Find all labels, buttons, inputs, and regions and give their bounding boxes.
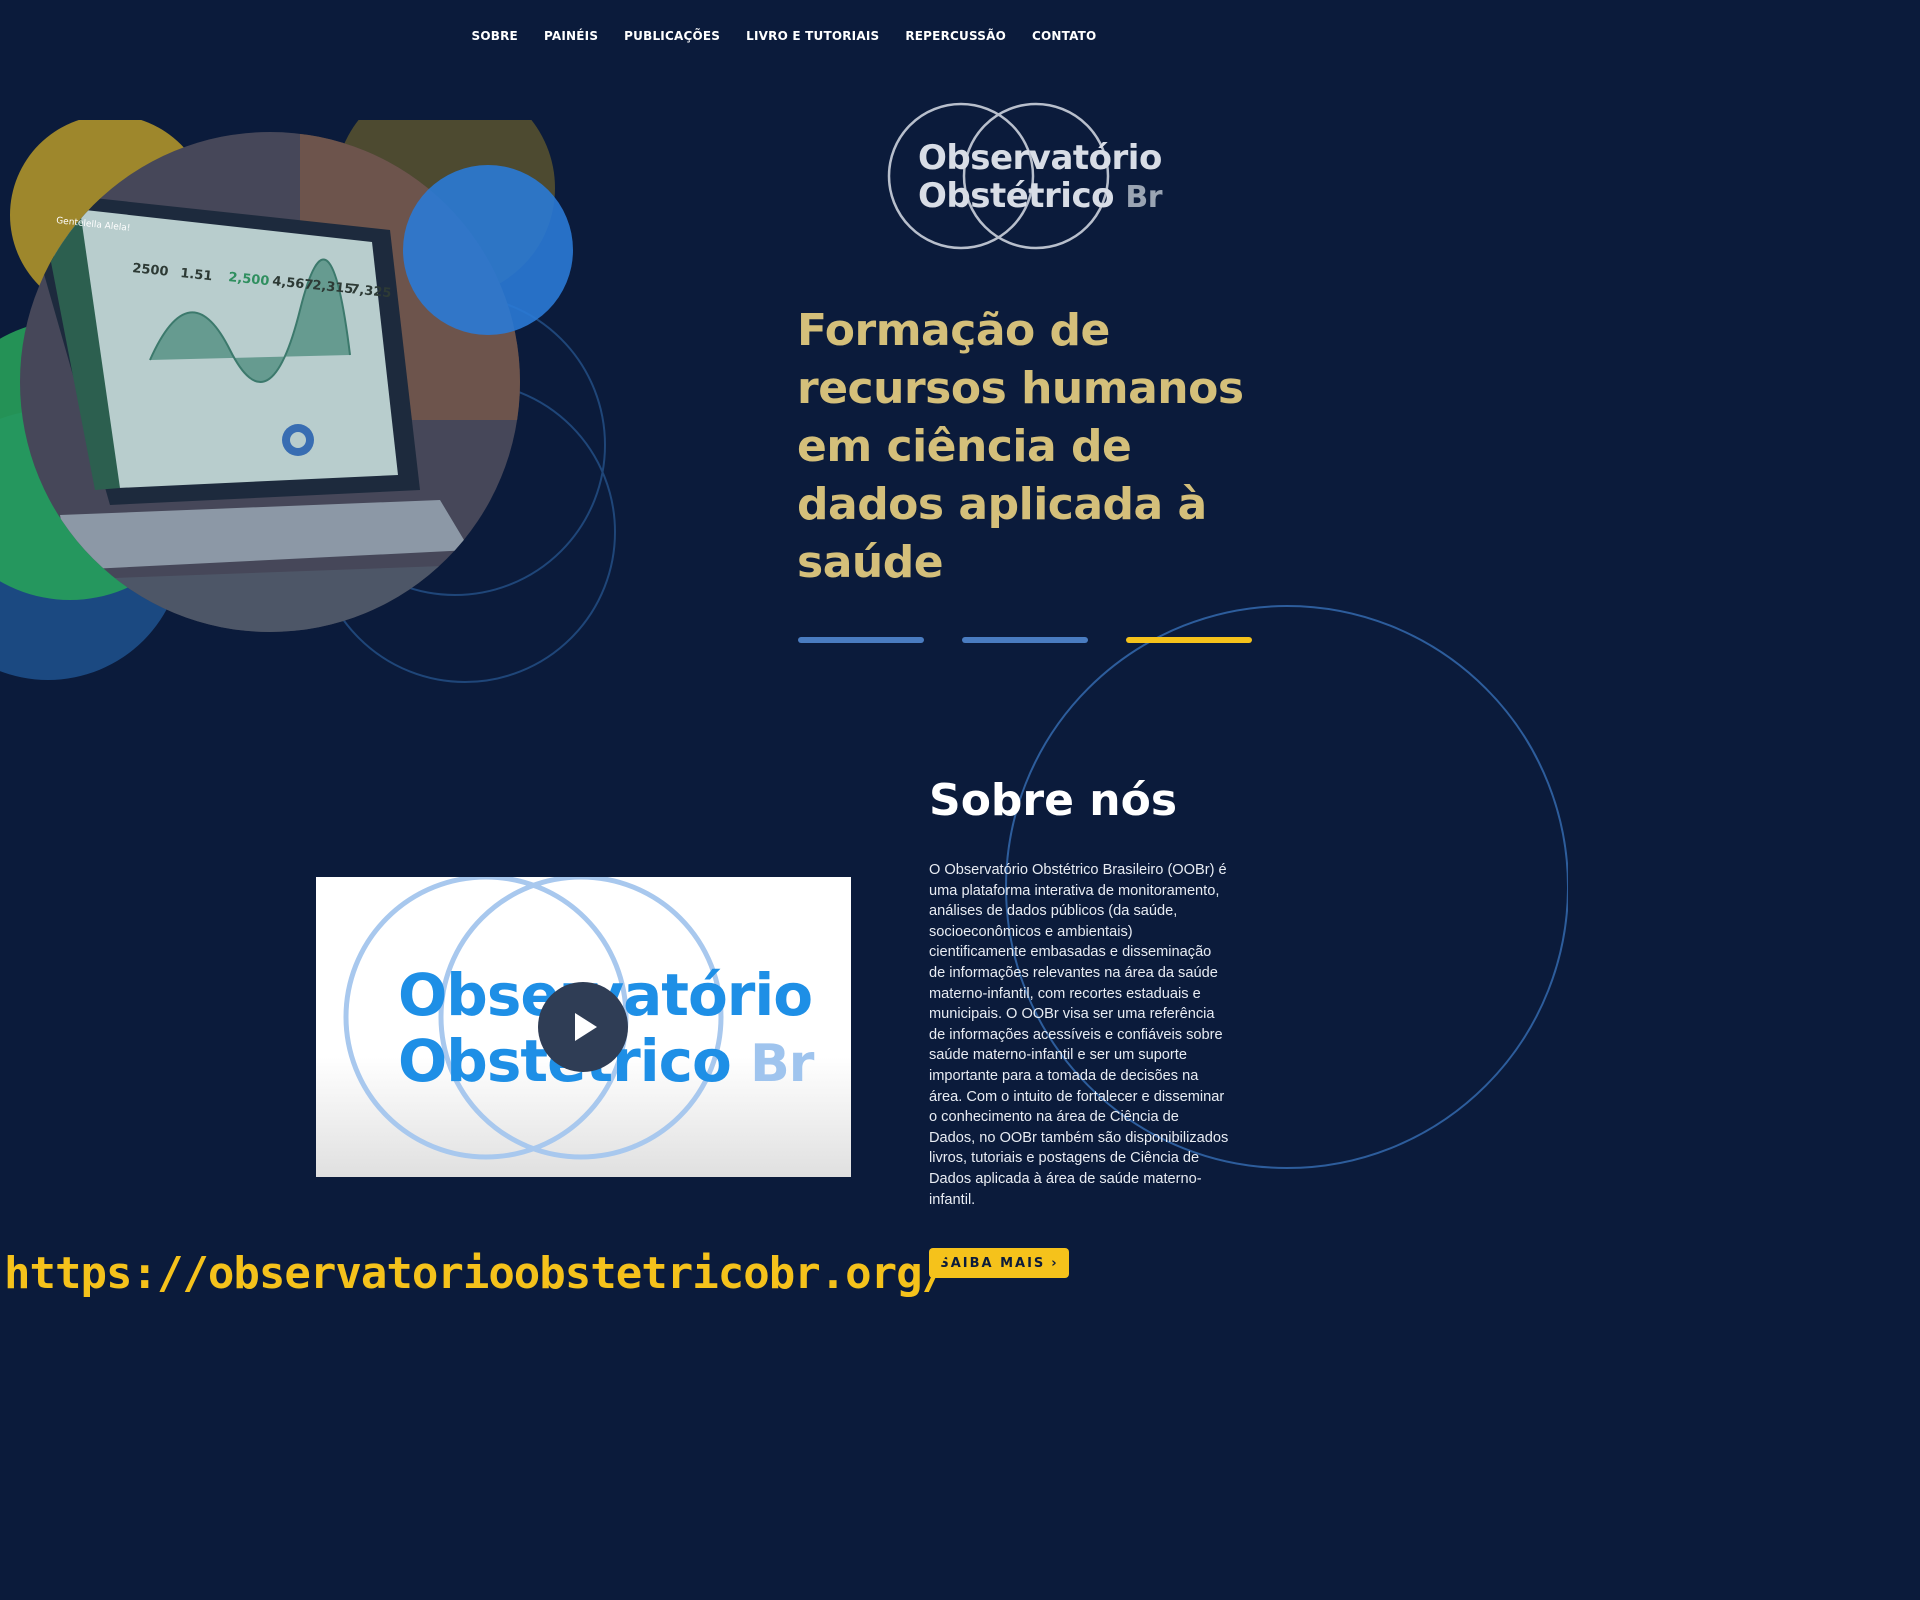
nav-repercussao[interactable]: REPERCUSSÃO [905, 29, 1006, 43]
saiba-mais-button[interactable]: SAIBA MAIS › [929, 1248, 1069, 1278]
logo-line2: Obstétrico [918, 176, 1114, 216]
nav-contato[interactable]: CONTATO [1032, 29, 1096, 43]
hero-bar-3 [1126, 637, 1252, 643]
about-title: Sobre nós [929, 775, 1178, 826]
nav-publicacoes[interactable]: PUBLICAÇÕES [624, 29, 720, 43]
hero-bar-2 [962, 637, 1088, 643]
saiba-mais-label: SAIBA MAIS [939, 1255, 1046, 1271]
nav-paineis[interactable]: PAINÉIS [544, 29, 598, 43]
overlay-url: https://observatorioobstetricobr.org/ [4, 1248, 948, 1299]
laptop-collage: Gentelella Alela! 2500 1.51 2,500 4,567 … [0, 78, 573, 680]
hero-image: Gentelella Alela! 2500 1.51 2,500 4,567 … [0, 78, 620, 690]
logo-line1: Observatório [918, 138, 1162, 178]
intro-video[interactable]: Observatório Obstétrico Br [316, 877, 851, 1177]
video-logo-suffix: Br [750, 1034, 814, 1094]
play-button[interactable] [538, 982, 628, 1072]
hero-bar-1 [798, 637, 924, 643]
site-logo[interactable]: Observatório Obstétrico Br [886, 102, 1176, 250]
chevron-right-icon: › [1051, 1255, 1059, 1271]
about-text: O Observatório Obstétrico Brasileiro (OO… [929, 862, 1229, 1208]
nav-livro-tutoriais[interactable]: LIVRO E TUTORIAIS [746, 29, 879, 43]
logo-line2-wrap: Obstétrico Br [918, 176, 1162, 216]
hero-headline: Formação de recursos humanos em ciência … [797, 305, 1244, 588]
logo-suffix: Br [1125, 180, 1162, 215]
play-icon [575, 1013, 597, 1041]
nav-sobre[interactable]: SOBRE [472, 29, 518, 43]
main-nav: SOBRE PAINÉIS PUBLICAÇÕES LIVRO E TUTORI… [0, 0, 1568, 72]
